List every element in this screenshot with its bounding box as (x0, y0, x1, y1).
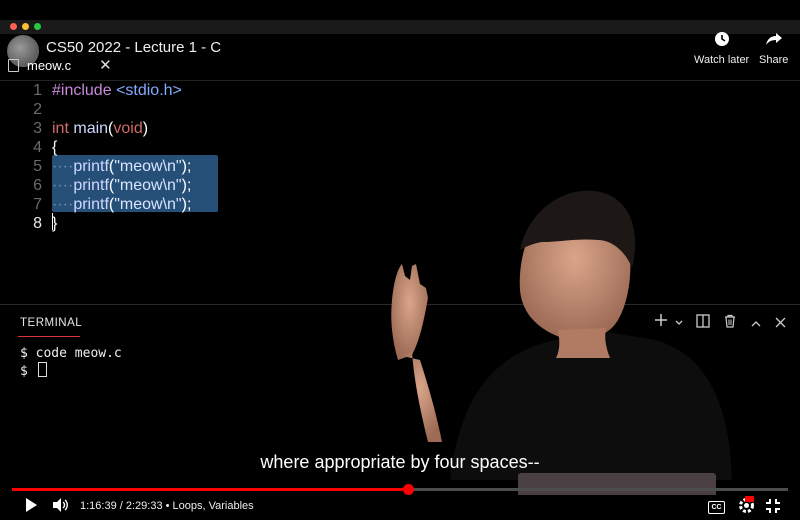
line-number: 8 (33, 215, 42, 232)
progress-played (12, 488, 408, 491)
tab-terminal[interactable]: TERMINAL (20, 317, 82, 329)
terminal-prompt: $ (20, 364, 36, 379)
minimize-window-button[interactable] (22, 23, 29, 30)
terminal-tab-indicator (18, 336, 80, 337)
line-number: 2 (33, 101, 42, 118)
close-window-button[interactable] (10, 23, 17, 30)
line-number: 3 (33, 120, 42, 137)
maximize-window-button[interactable] (34, 23, 41, 30)
line-number: 7 (33, 196, 42, 213)
window-titlebar (0, 20, 800, 34)
line-number: 6 (33, 177, 42, 194)
code-text: { (52, 139, 58, 156)
editor-tab-meow-c[interactable]: meow.c ✕ (8, 54, 112, 76)
volume-icon[interactable] (52, 497, 70, 516)
line-number: 5 (33, 158, 42, 175)
text-cursor (52, 213, 53, 230)
clock-icon (694, 30, 749, 54)
hd-badge (745, 496, 754, 502)
share-icon (759, 30, 788, 54)
time-display[interactable]: 1:16:39 / 2:29:33 • Loops, Variables (80, 500, 254, 512)
code-text: int main(void) (52, 120, 149, 137)
terminal-prompt-line[interactable]: $ (20, 362, 47, 379)
file-icon (8, 58, 19, 72)
share-label: Share (759, 54, 789, 66)
laptop-lid (518, 473, 716, 495)
caption-text: where appropriate by four spaces-- (260, 452, 540, 472)
progress-bar[interactable] (12, 484, 788, 495)
line-number: 4 (33, 139, 42, 156)
terminal-line: $ code meow.c (20, 346, 122, 361)
player-controls: 1:16:39 / 2:29:33 • Loops, Variables CC (0, 493, 800, 520)
exit-fullscreen-icon[interactable] (765, 498, 781, 517)
watch-later-button[interactable]: Watch later (694, 30, 749, 66)
code-text: ····printf("meow\n"); (52, 158, 192, 175)
lecturer-figure (391, 190, 732, 480)
code-text: ····printf("meow\n"); (52, 177, 192, 194)
watch-later-label: Watch later (694, 54, 750, 66)
captions-icon[interactable]: CC (708, 501, 725, 514)
code-text: ····printf("meow\n"); (52, 196, 192, 213)
editor-tab-label: meow.c (27, 57, 72, 73)
share-button[interactable]: Share (759, 30, 788, 66)
terminal-cursor (37, 362, 47, 377)
play-icon[interactable] (24, 497, 38, 516)
close-tab-icon[interactable]: ✕ (99, 56, 112, 74)
line-number: 1 (33, 82, 42, 99)
code-text: #include <stdio.h> (52, 82, 182, 99)
